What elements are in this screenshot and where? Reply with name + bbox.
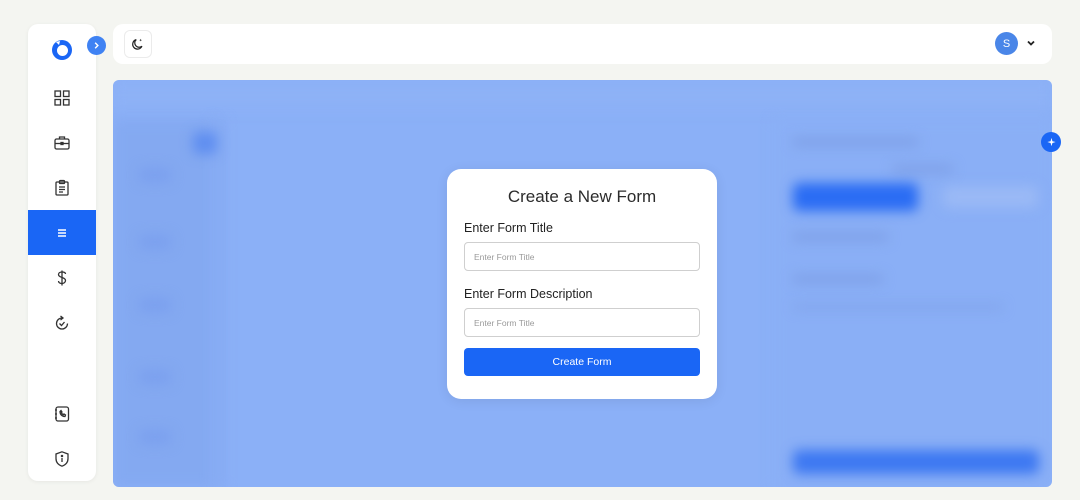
sparkle-icon [1046,137,1056,146]
form-description-input[interactable] [464,308,700,337]
dollar-icon [57,270,67,285]
sidebar [28,24,96,481]
modal-title: Create a New Form [507,187,657,206]
form-title-label: Enter Form Title [464,221,553,235]
sidebar-item-tasks[interactable] [28,165,96,210]
blurred-text [793,305,1003,309]
clipboard-icon [55,179,69,196]
user-avatar[interactable]: S [995,32,1018,55]
blurred-text [793,138,918,146]
blurred-square [193,132,217,154]
blurred-divider [213,120,225,487]
moon-icon [132,38,143,50]
create-form-modal: Create a New Form Enter Form Title Enter… [447,169,717,399]
grid-icon [54,89,70,106]
sidebar-item-contacts[interactable] [28,391,96,436]
blurred-bottom-button [793,450,1039,474]
chevron-right-icon [94,42,99,49]
theme-toggle-button[interactable] [124,30,152,58]
blurred-text [793,233,888,241]
blurred-item [139,168,171,182]
form-description-label: Enter Form Description [464,287,593,301]
top-bar: S [113,24,1052,64]
blurred-item [139,235,171,249]
sidebar-expand-button[interactable] [87,36,106,55]
menu-lines-icon [58,228,66,237]
sidebar-item-history[interactable] [28,300,96,345]
blurred-item [139,298,171,312]
blurred-item [139,430,171,444]
create-form-button[interactable]: Create Form [464,348,700,376]
shield-info-icon [55,450,69,467]
blurred-header [113,80,1052,110]
refresh-check-icon [55,314,69,330]
logo-icon[interactable] [50,38,74,62]
phone-book-icon [55,405,70,422]
blurred-button [943,186,1038,208]
blurred-text [793,275,883,283]
sidebar-item-dashboard[interactable] [28,75,96,120]
sidebar-item-billing[interactable] [28,255,96,300]
sidebar-item-jobs[interactable] [28,120,96,165]
blurred-button [793,183,918,211]
sidebar-item-security[interactable] [28,436,96,481]
ai-assist-button[interactable] [1041,132,1061,152]
chevron-down-icon[interactable] [1025,37,1037,49]
blurred-item [139,370,171,384]
blurred-right-panel [773,120,1052,487]
form-title-input[interactable] [464,242,700,271]
blurred-text [893,165,953,173]
briefcase-icon [54,135,70,150]
sidebar-item-forms[interactable] [28,210,96,255]
